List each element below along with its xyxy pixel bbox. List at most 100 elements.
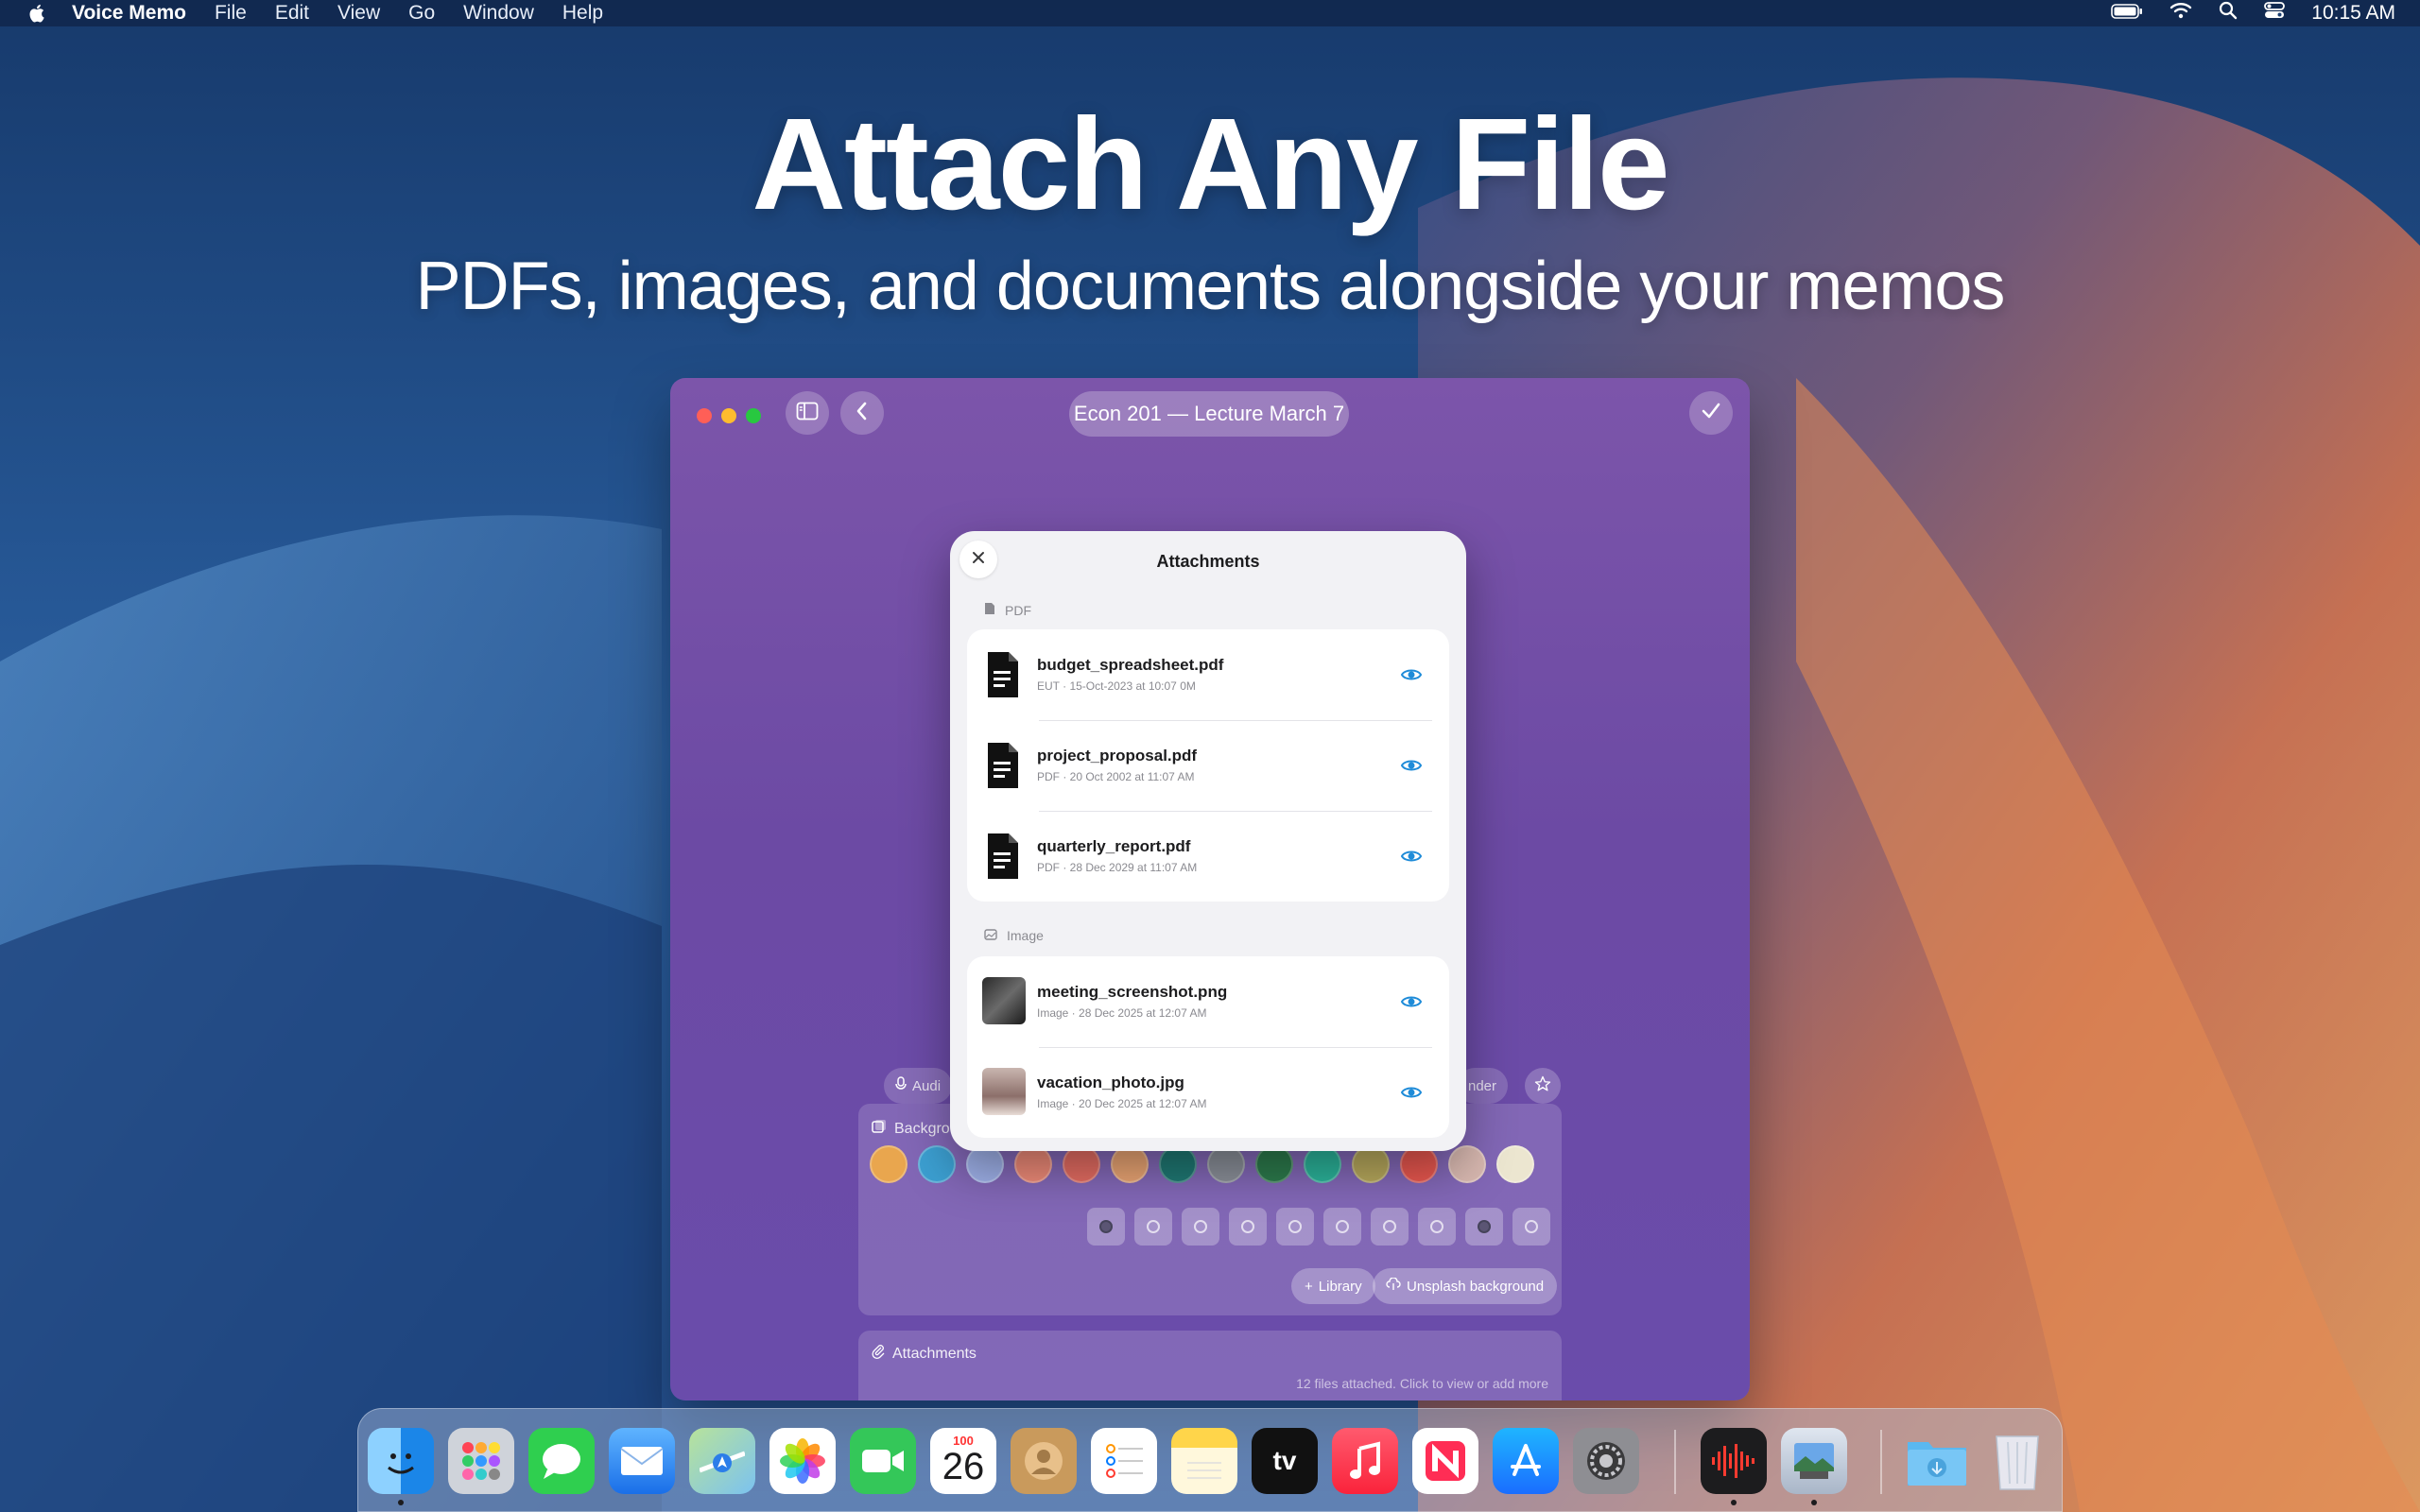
- file-name: vacation_photo.jpg: [1037, 1074, 1184, 1091]
- finder-icon[interactable]: [368, 1428, 434, 1494]
- pattern-option[interactable]: [1323, 1208, 1361, 1246]
- maps-icon[interactable]: [689, 1428, 755, 1494]
- pdf-section-label: PDF: [1005, 602, 1031, 618]
- sidebar-toggle-button[interactable]: [786, 391, 829, 435]
- favorite-button[interactable]: [1525, 1068, 1561, 1104]
- pattern-options: [1087, 1208, 1550, 1246]
- pattern-option[interactable]: [1134, 1208, 1172, 1246]
- pattern-option[interactable]: [1465, 1208, 1503, 1246]
- minimize-window-button[interactable]: [721, 408, 736, 423]
- color-swatch[interactable]: [1207, 1145, 1245, 1183]
- library-button[interactable]: + Library: [1291, 1268, 1375, 1304]
- pattern-option[interactable]: [1371, 1208, 1409, 1246]
- color-swatch[interactable]: [1496, 1145, 1534, 1183]
- file-name: meeting_screenshot.png: [1037, 983, 1228, 1001]
- color-swatch[interactable]: [1304, 1145, 1341, 1183]
- color-swatch[interactable]: [870, 1145, 908, 1183]
- color-swatch[interactable]: [918, 1145, 956, 1183]
- plus-icon: +: [1305, 1278, 1313, 1295]
- memo-title[interactable]: Econ 201 — Lecture March 7: [1069, 391, 1349, 437]
- facetime-icon[interactable]: [850, 1428, 916, 1494]
- mail-icon[interactable]: [609, 1428, 675, 1494]
- zoom-window-button[interactable]: [746, 408, 761, 423]
- sheet-title: Attachments: [1156, 552, 1260, 571]
- image-group: meeting_screenshot.png Image · 28 Dec 20…: [967, 956, 1449, 1138]
- preview-icon[interactable]: [1781, 1428, 1847, 1494]
- close-window-button[interactable]: [697, 408, 712, 423]
- star-icon: [1534, 1075, 1551, 1097]
- launchpad-icon[interactable]: [448, 1428, 514, 1494]
- eye-icon[interactable]: [1400, 990, 1423, 1013]
- color-swatch[interactable]: [1448, 1145, 1486, 1183]
- apple-menu-icon[interactable]: [25, 0, 51, 26]
- system-settings-icon[interactable]: [1573, 1428, 1639, 1494]
- pattern-option[interactable]: [1512, 1208, 1550, 1246]
- image-thumbnail: [982, 1068, 1026, 1115]
- color-swatch[interactable]: [1255, 1145, 1293, 1183]
- list-item[interactable]: quarterly_report.pdf PDF · 28 Dec 2029 a…: [967, 811, 1449, 902]
- eye-icon[interactable]: [1400, 754, 1423, 777]
- list-item[interactable]: meeting_screenshot.png Image · 28 Dec 20…: [967, 956, 1449, 1047]
- downloads-folder-icon[interactable]: [1904, 1428, 1970, 1494]
- eye-icon[interactable]: [1400, 1081, 1423, 1104]
- messages-icon[interactable]: [528, 1428, 595, 1494]
- list-item[interactable]: vacation_photo.jpg Image · 20 Dec 2025 a…: [967, 1047, 1449, 1138]
- menu-clock[interactable]: 10:15 AM: [2311, 2, 2395, 25]
- menu-view[interactable]: View: [337, 2, 380, 25]
- unsplash-background-button[interactable]: Unsplash background: [1373, 1268, 1558, 1304]
- list-item[interactable]: project_proposal.pdf PDF · 20 Oct 2002 a…: [967, 720, 1449, 811]
- news-icon[interactable]: [1412, 1428, 1478, 1494]
- music-icon[interactable]: [1332, 1428, 1398, 1494]
- window-controls: [697, 408, 761, 423]
- trash-icon[interactable]: [1984, 1428, 2050, 1494]
- notes-icon[interactable]: [1171, 1428, 1237, 1494]
- app-window: Econ 201 — Lecture March 7 Audi nder Bac…: [670, 378, 1750, 1400]
- pattern-option[interactable]: [1229, 1208, 1267, 1246]
- menu-app-name[interactable]: Voice Memo: [72, 2, 186, 25]
- color-swatch[interactable]: [966, 1145, 1004, 1183]
- tv-icon[interactable]: tv: [1252, 1428, 1318, 1494]
- file-meta: Image · 20 Dec 2025 at 12:07 AM: [1037, 1097, 1207, 1110]
- color-swatch[interactable]: [1159, 1145, 1197, 1183]
- attachments-sheet: Attachments PDF budget_spreadsheet.pdf E…: [950, 531, 1466, 1151]
- pattern-option[interactable]: [1182, 1208, 1219, 1246]
- menu-file[interactable]: File: [215, 2, 247, 25]
- contacts-icon[interactable]: [1011, 1428, 1077, 1494]
- reminder-tool-label: nder: [1468, 1077, 1497, 1094]
- pattern-option[interactable]: [1418, 1208, 1456, 1246]
- color-swatch[interactable]: [1063, 1145, 1100, 1183]
- menu-help[interactable]: Help: [562, 2, 603, 25]
- photos-icon[interactable]: [769, 1428, 836, 1494]
- menu-edit[interactable]: Edit: [275, 2, 309, 25]
- done-button[interactable]: [1689, 391, 1733, 435]
- audio-tool-button[interactable]: Audi: [884, 1068, 953, 1104]
- eye-icon[interactable]: [1400, 845, 1423, 868]
- battery-icon[interactable]: [2111, 2, 2143, 25]
- pdf-file-icon: [984, 741, 1022, 790]
- voice-memo-icon[interactable]: [1701, 1428, 1767, 1494]
- file-name: budget_spreadsheet.pdf: [1037, 656, 1224, 674]
- app-store-icon[interactable]: [1493, 1428, 1559, 1494]
- color-swatches: [870, 1145, 1534, 1183]
- running-indicator: [398, 1500, 404, 1505]
- attachments-panel[interactable]: Attachments 12 files attached. Click to …: [858, 1331, 1562, 1400]
- color-swatch[interactable]: [1352, 1145, 1390, 1183]
- eye-icon[interactable]: [1400, 663, 1423, 686]
- dock: 100 26 tv: [357, 1408, 2063, 1512]
- color-swatch[interactable]: [1111, 1145, 1149, 1183]
- list-item[interactable]: budget_spreadsheet.pdf EUT · 15-Oct-2023…: [967, 629, 1449, 720]
- cloud-download-icon: [1386, 1277, 1401, 1295]
- back-button[interactable]: [840, 391, 884, 435]
- reminders-icon[interactable]: [1091, 1428, 1157, 1494]
- wifi-icon[interactable]: [2169, 2, 2192, 25]
- pattern-option[interactable]: [1276, 1208, 1314, 1246]
- hero-subtitle: PDFs, images, and documents alongside yo…: [415, 249, 2006, 324]
- calendar-icon[interactable]: 100 26: [930, 1428, 996, 1494]
- color-swatch[interactable]: [1014, 1145, 1052, 1183]
- menu-window[interactable]: Window: [463, 2, 534, 25]
- menu-go[interactable]: Go: [408, 2, 435, 25]
- control-center-icon[interactable]: [2264, 1, 2286, 26]
- color-swatch[interactable]: [1400, 1145, 1438, 1183]
- spotlight-search-icon[interactable]: [2219, 1, 2238, 26]
- pattern-option[interactable]: [1087, 1208, 1125, 1246]
